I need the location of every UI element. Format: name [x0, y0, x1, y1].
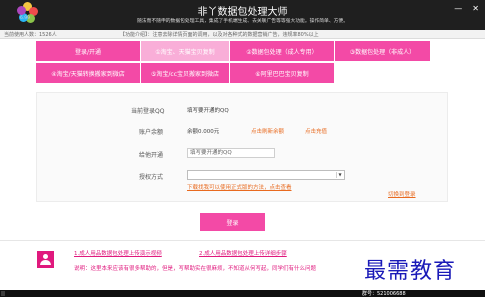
auth-method-select[interactable]: ▼	[187, 170, 345, 180]
user-count: 当前使用人数：1526人	[4, 32, 57, 38]
switch-login-link[interactable]: 切换到登录	[388, 190, 416, 198]
app-title: 非丫数据包处理大师	[197, 7, 288, 18]
title-bar: 6.99 非丫数据包处理大师 随法而不随申的数据包处理工具，集成了手机端生成、去…	[0, 0, 485, 30]
recharge-link[interactable]: 点击充值	[305, 127, 327, 135]
tab-cc-to-weidian[interactable]: ⑤淘宝/cc宝贝搬家到微店	[141, 63, 229, 83]
login-form: 当前登录QQ 填写要开通的QQ 账户余额 余额0.000元 点击刷新余额 点击充…	[36, 92, 448, 202]
auth-method-label: 授权方式	[139, 174, 164, 181]
start-icon[interactable]	[1, 291, 5, 296]
divider	[0, 240, 485, 241]
app-description: 随法而不随申的数据包处理工具，集成了手机端生成、去关联广告等等强大功能。操作简单…	[136, 19, 349, 24]
open-for-label: 给他开通	[139, 152, 164, 159]
login-button[interactable]: 登录	[200, 213, 265, 231]
tab-nonadult-package[interactable]: ③数据包处理（非成人）	[335, 41, 430, 61]
download-hint-link[interactable]: 下载找我可以使用正式版的方法，点击查看	[187, 183, 292, 191]
chevron-down-icon[interactable]: ▼	[336, 172, 343, 178]
info-bar: 当前使用人数：1526人 【功能介绍】：注意去除详情页面的调用，以及对各种式的数…	[0, 30, 485, 39]
help-explanation: 说明：这里本来应该有很多帮助的，但是，写帮助实在很麻烦，不知道从何写起，同学们有…	[74, 266, 317, 272]
window-controls: — ✕	[454, 5, 479, 13]
refresh-balance-link[interactable]: 点击刷新余额	[251, 127, 284, 135]
qq-group-label: 群号：521006688	[362, 291, 406, 297]
tab-taobao-copy[interactable]: ①淘宝、天猫宝贝复制	[141, 41, 229, 61]
open-qq-input[interactable]: 填写要开通的QQ	[187, 148, 275, 158]
balance-value: 余额0.000元	[187, 129, 220, 135]
current-login-value: 填写要开通的QQ	[187, 108, 229, 114]
demo-video-link[interactable]: 1.成人用品数据包处理上传演示视频	[74, 249, 162, 257]
balance-label: 账户余额	[139, 129, 164, 136]
tab-alibaba-copy[interactable]: ⑥阿里巴巴宝贝复制	[230, 63, 334, 83]
user-icon	[37, 251, 54, 268]
feature-notice: 【功能介绍】：注意去除详情页面的调用，以及对各种式的数据营销广告，违规率80%以…	[120, 32, 319, 38]
taskbar: 群号：521006688	[0, 290, 485, 297]
tab-tmall-to-weidian[interactable]: ④淘宝/天猫转换搬家到微店	[36, 63, 140, 83]
minimize-button[interactable]: —	[454, 5, 462, 13]
current-login-label: 当前登录QQ	[131, 108, 165, 115]
tab-adult-package[interactable]: ②数据包处理（成人专用）	[230, 41, 334, 61]
tab-login[interactable]: 登录/开通	[36, 41, 140, 61]
watermark-text: 最需教育	[364, 259, 457, 284]
detailed-steps-link[interactable]: 2.成人用品数据包处理上传详细步骤	[199, 249, 287, 257]
close-button[interactable]: ✕	[472, 5, 479, 13]
